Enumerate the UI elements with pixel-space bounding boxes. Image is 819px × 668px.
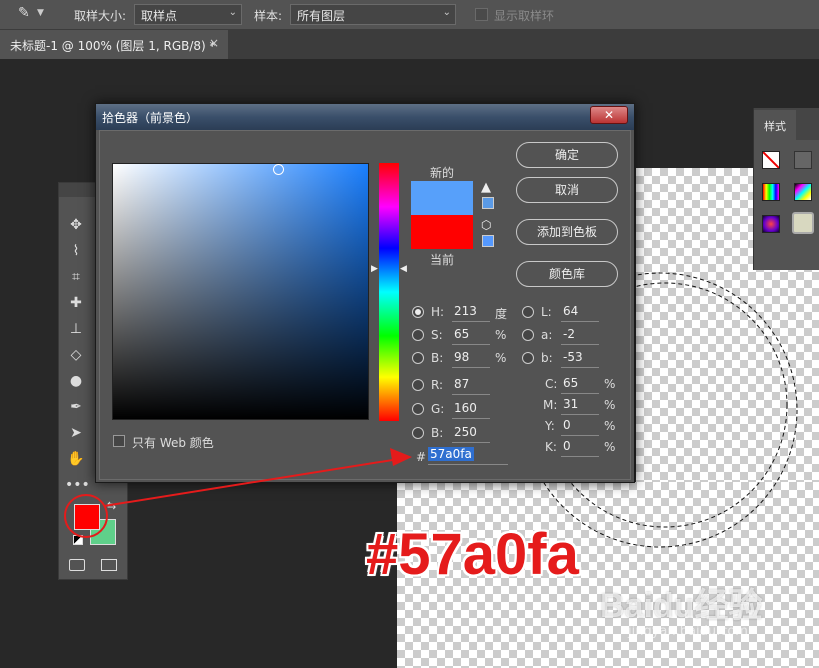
watermark-logo: Baidu经验 — [600, 587, 763, 625]
annotation-arrow — [103, 457, 406, 507]
annotation-arrowhead — [390, 448, 412, 466]
annotation-hex-text: #57a0fa — [366, 522, 579, 587]
watermark-url: jingyan.baidu.com — [628, 624, 748, 639]
annotation-circle — [64, 494, 108, 538]
